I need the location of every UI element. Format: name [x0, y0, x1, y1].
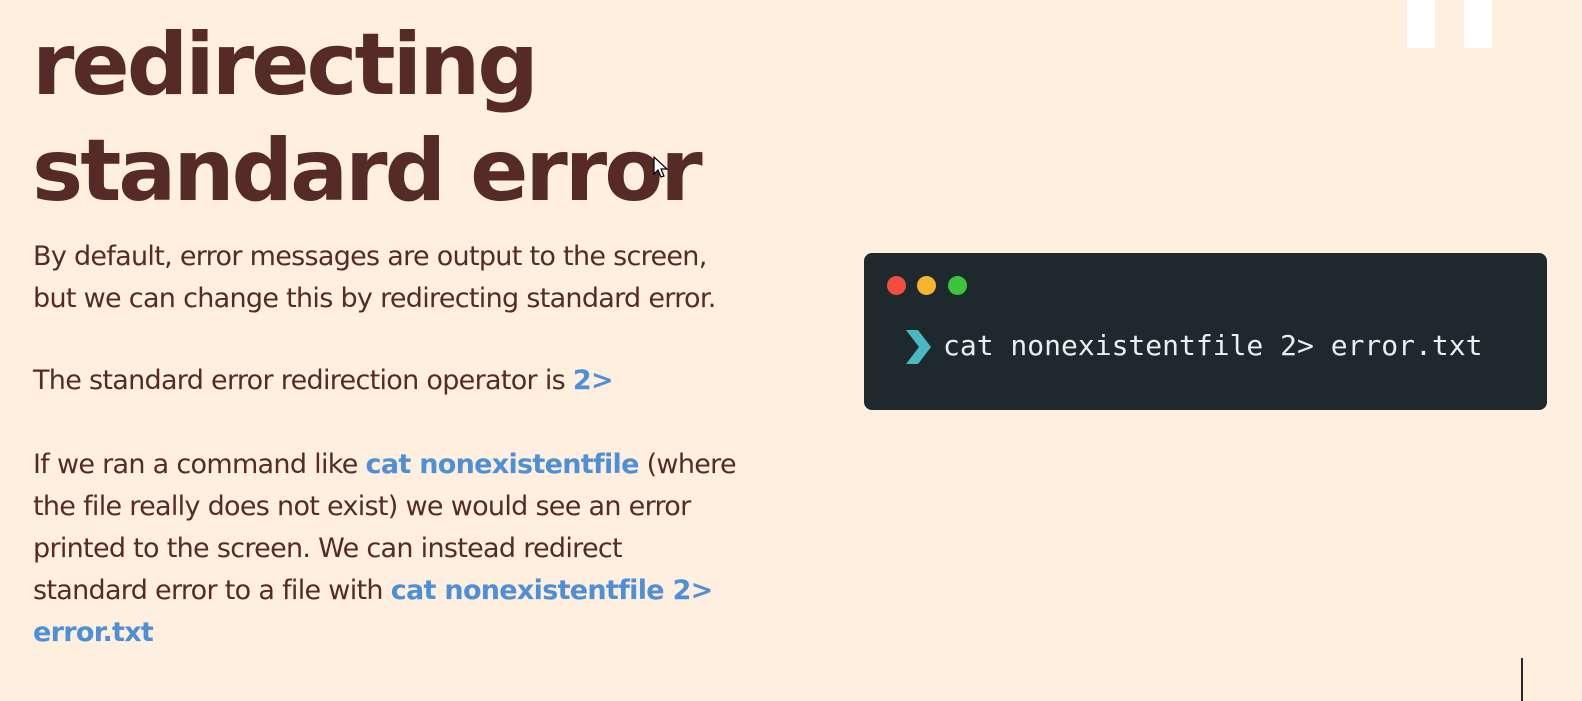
operator-paragraph: The standard error redirection operator …: [33, 360, 793, 402]
slide-title-line-1: redirecting: [32, 15, 539, 115]
example-line-1-code: cat nonexistentfile: [365, 449, 640, 480]
example-line-4-code: cat nonexistentfile 2>: [390, 575, 714, 606]
example-line-4-text: standard error to a file with: [33, 575, 391, 606]
example-line-1-tail: (where: [638, 449, 737, 480]
terminal-command: cat nonexistentfile 2> error.txt: [943, 329, 1483, 362]
intro-line-2: but we can change this by redirecting st…: [33, 283, 716, 314]
intro-line-1: By default, error messages are output to…: [33, 241, 707, 272]
terminal-maximize-dot: [948, 276, 967, 295]
chevron-right-icon: [906, 330, 931, 364]
operator-text: The standard error redirection operator …: [33, 365, 573, 396]
terminal-close-dot: [887, 276, 906, 295]
corner-decoration-right: [1464, 0, 1492, 48]
intro-paragraph: By default, error messages are output to…: [33, 236, 793, 320]
example-line-1-text: If we ran a command like: [33, 449, 366, 480]
example-line-5-code: error.txt: [33, 617, 154, 648]
operator-code: 2>: [572, 365, 614, 396]
text-cursor-line: [1521, 658, 1523, 701]
terminal-minimize-dot: [917, 276, 936, 295]
example-line-3: printed to the screen. We can instead re…: [33, 533, 623, 564]
corner-decoration-left: [1407, 0, 1435, 48]
slide-title: redirecting standard error: [32, 12, 703, 224]
slide-title-line-2: standard error: [32, 121, 703, 221]
example-line-2: the file really does not exist) we would…: [33, 491, 691, 522]
mouse-pointer-icon: [653, 156, 669, 178]
example-paragraph: If we ran a command like cat nonexistent…: [33, 444, 793, 654]
